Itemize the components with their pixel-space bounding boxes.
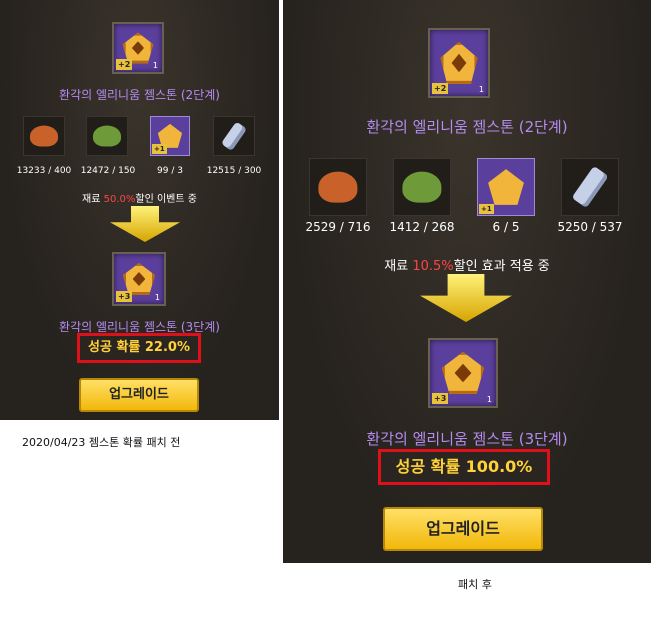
material-quantity: 1412 / 268 <box>389 220 455 234</box>
discount-notice: 재료 10.5%할인 효과 적용 중 <box>384 259 550 274</box>
success-rate: 성공 확률 22.0% <box>77 333 201 363</box>
material-quantity: 12515 / 300 <box>206 166 262 176</box>
mushroom-food-green-icon <box>93 125 121 147</box>
gem-count: 1 <box>152 61 158 70</box>
source-gem-slot[interactable]: +2 1 <box>428 28 490 98</box>
result-gem-slot[interactable]: +3 1 <box>112 252 166 306</box>
crystal-icon <box>221 121 247 151</box>
source-gem-slot[interactable]: +2 1 <box>112 22 164 74</box>
gem-level-badge: +2 <box>432 83 449 94</box>
discount-notice: 재료 50.0%할인 이벤트 중 <box>82 194 197 205</box>
gem-level-badge: +3 <box>432 393 449 404</box>
material-slot[interactable]: +1 <box>150 116 190 156</box>
material-quantity: 2529 / 716 <box>305 220 371 234</box>
caption-after: 패치 후 <box>458 578 492 591</box>
mushroom-food-orange-icon <box>318 171 358 203</box>
discount-percent: 50.0% <box>103 194 136 205</box>
gem-count: 1 <box>154 293 160 302</box>
material-slot[interactable] <box>213 116 255 156</box>
material-slot[interactable] <box>86 116 128 156</box>
gem-count: 1 <box>478 85 484 94</box>
upgrade-button[interactable]: 업그레이드 <box>383 507 543 551</box>
material-quantity: 99 / 3 <box>157 166 183 176</box>
material-quantity: 5250 / 537 <box>557 220 623 234</box>
material-slot[interactable] <box>561 158 619 216</box>
gem-level-badge: +3 <box>116 291 133 302</box>
gem-level-badge: +1 <box>152 144 167 154</box>
gemstone-icon <box>441 351 485 395</box>
caption-before: 2020/04/23 젬스톤 확률 패치 전 <box>22 436 181 449</box>
material-slot[interactable]: +1 <box>477 158 535 216</box>
mushroom-food-green-icon <box>402 171 442 203</box>
material-slot[interactable] <box>393 158 451 216</box>
gemstone-icon <box>440 41 478 85</box>
mushroom-food-orange-icon <box>30 125 58 147</box>
gem-count: 1 <box>486 395 492 404</box>
upgrade-button[interactable]: 업그레이드 <box>79 378 199 412</box>
material-slot[interactable] <box>23 116 65 156</box>
result-gem-slot[interactable]: +3 1 <box>428 338 498 408</box>
source-gem-title: 환각의 엘리니움 젬스톤 (2단계) <box>366 118 568 136</box>
source-gem-title: 환각의 엘리니움 젬스톤 (2단계) <box>59 88 220 102</box>
material-slot[interactable] <box>309 158 367 216</box>
material-quantity: 6 / 5 <box>492 220 520 234</box>
material-quantity: 13233 / 400 <box>16 166 72 176</box>
discount-percent: 10.5% <box>412 259 454 274</box>
success-rate: 성공 확률 100.0% <box>378 449 550 485</box>
result-gem-title: 환각의 엘리니움 젬스톤 (3단계) <box>366 430 568 448</box>
gem-level-badge: +1 <box>479 204 494 214</box>
crystal-icon <box>571 165 609 209</box>
gemstone-icon <box>488 169 524 205</box>
gem-level-badge: +2 <box>116 59 133 70</box>
